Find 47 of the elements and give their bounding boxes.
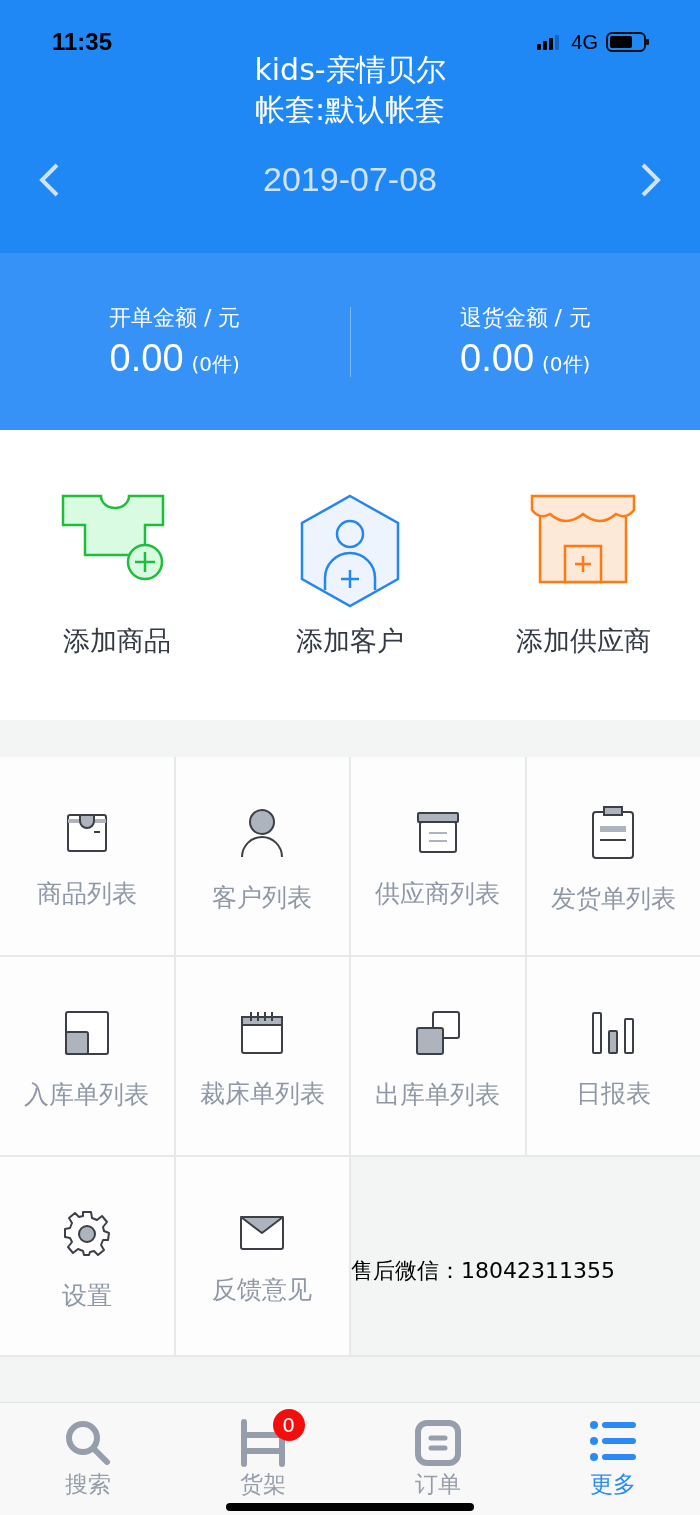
tab[interactable]: 搜索 <box>0 1403 175 1515</box>
settings-icon <box>62 1208 111 1257</box>
search-icon <box>63 1419 112 1467</box>
customer-add-icon[interactable] <box>300 494 400 608</box>
quick-action-label[interactable]: 添加商品 <box>62 623 171 659</box>
quick-action-label[interactable]: 添加客户 <box>296 623 404 659</box>
tab[interactable]: 订单 <box>350 1403 525 1515</box>
tab[interactable]: 0 货架 <box>175 1403 350 1515</box>
menu-tile[interactable]: 客户列表 <box>175 757 349 955</box>
battery-icon <box>606 32 650 52</box>
squares-icon <box>63 1009 110 1056</box>
menu-tile[interactable]: 发货单列表 <box>526 757 700 955</box>
menu-tile[interactable]: 出库单列表 <box>351 957 525 1155</box>
summary-label: 开单金额 / 元 <box>109 304 241 332</box>
clipboard-icon <box>590 805 637 860</box>
calendar-icon <box>239 1010 286 1055</box>
summary-count: (0件) <box>542 351 591 378</box>
contact-text: 售后微信：18042311355 <box>351 1257 615 1285</box>
menu-tile[interactable]: 商品列表 <box>0 757 174 955</box>
shop-add-icon[interactable] <box>530 494 637 584</box>
quick-action-label[interactable]: 添加供应商 <box>515 623 651 659</box>
network-label: 4G <box>571 30 598 54</box>
mail-icon <box>239 1214 286 1251</box>
chevron-left-icon[interactable] <box>38 161 60 198</box>
menu-tile[interactable]: 供应商列表 <box>351 757 525 955</box>
summary-amount: 0.00 <box>109 337 184 380</box>
account-set-title: 帐套:默认帐套 <box>254 91 446 129</box>
summary-count: (0件) <box>191 351 240 378</box>
menu-tile[interactable]: 日报表 <box>526 957 700 1155</box>
menu-tile[interactable]: 反馈意见 <box>175 1157 349 1355</box>
tab[interactable]: 更多 <box>525 1403 700 1515</box>
date-label: 2019-07-08 <box>263 160 437 199</box>
store-title: kids-亲情贝尔 <box>254 51 446 89</box>
summary-amount: 0.00 <box>460 337 535 380</box>
chevron-right-icon[interactable] <box>640 161 662 198</box>
bar-chart-icon <box>590 1010 637 1055</box>
status-time: 11:35 <box>52 28 113 56</box>
menu-tile[interactable]: 裁床单列表 <box>175 957 349 1155</box>
summary-label: 退货金额 / 元 <box>459 304 591 332</box>
menu-icon <box>588 1419 637 1463</box>
person-icon <box>239 806 286 859</box>
overlapping-squares-icon <box>414 1009 461 1056</box>
count-badge: 0 <box>272 1409 305 1441</box>
archive-box-icon <box>414 810 461 855</box>
menu-tile[interactable]: 设置 <box>0 1157 174 1355</box>
menu-tile[interactable]: 入库单列表 <box>0 957 174 1155</box>
document-icon <box>413 1419 462 1467</box>
